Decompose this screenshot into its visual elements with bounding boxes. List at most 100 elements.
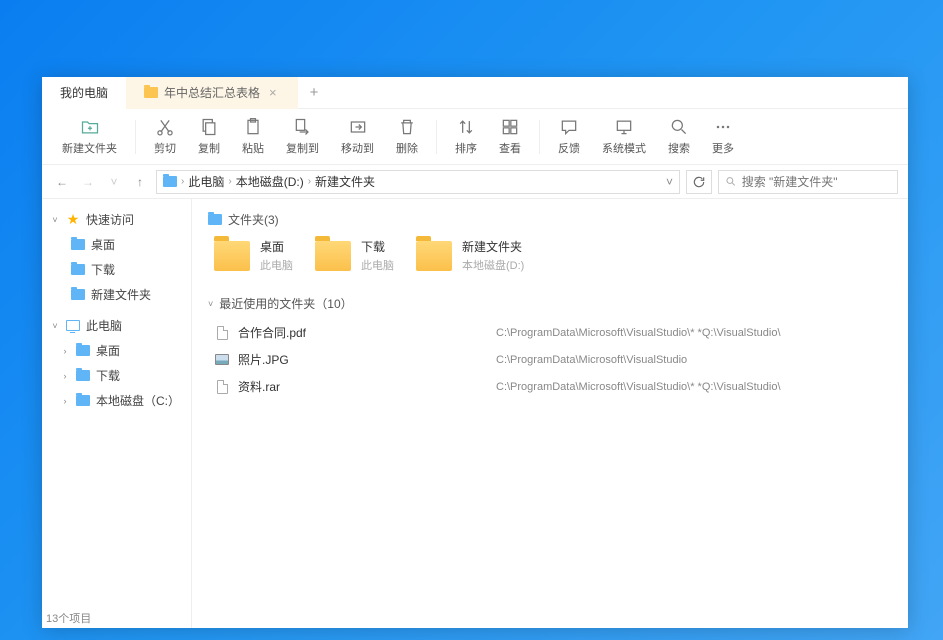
- tab-label: 我的电脑: [60, 84, 108, 101]
- add-tab-button[interactable]: +: [298, 84, 331, 101]
- folder-icon: [76, 345, 90, 356]
- star-icon: ★: [65, 212, 81, 228]
- system-mode-button[interactable]: 系统模式: [592, 113, 656, 160]
- folder-icon: [163, 176, 177, 187]
- search-button[interactable]: 搜索: [658, 113, 700, 160]
- copy-icon: [199, 117, 219, 137]
- copy-to-button[interactable]: 复制到: [276, 113, 329, 160]
- search-icon: [725, 175, 737, 188]
- address-row: ← → ˅ ↑ › 此电脑 › 本地磁盘(D:) › 新建文件夹 ˅: [42, 165, 908, 199]
- file-path: C:\ProgramData\Microsoft\VisualStudio: [496, 354, 687, 366]
- move-to-button[interactable]: 移动到: [331, 113, 384, 160]
- sidebar-item-localdisk[interactable]: › 本地磁盘（C:）: [42, 388, 191, 413]
- chevron-right-icon[interactable]: ›: [60, 396, 70, 406]
- file-row[interactable]: 合作合同.pdf C:\ProgramData\Microsoft\VisualS…: [214, 322, 892, 343]
- new-folder-icon: [80, 117, 100, 137]
- more-button[interactable]: 更多: [702, 113, 744, 160]
- chevron-down-icon[interactable]: ˅: [666, 175, 673, 189]
- delete-icon: [397, 117, 417, 137]
- sidebar-item-newfolder[interactable]: 新建文件夹: [42, 282, 191, 307]
- chevron-down-icon[interactable]: ˅: [50, 215, 60, 225]
- new-folder-button[interactable]: 新建文件夹: [52, 113, 127, 160]
- folder-sub: 此电脑: [260, 257, 293, 273]
- document-icon: [217, 326, 228, 340]
- file-list: 合作合同.pdf C:\ProgramData\Microsoft\VisualS…: [208, 322, 892, 397]
- forward-button[interactable]: →: [78, 172, 98, 192]
- folder-name: 桌面: [260, 238, 293, 255]
- chevron-down-icon[interactable]: ˅: [50, 321, 60, 331]
- image-icon: [215, 354, 229, 365]
- breadcrumb-seg[interactable]: 新建文件夹: [315, 173, 375, 190]
- folder-icon: [208, 214, 222, 225]
- folder-icon: [71, 239, 85, 250]
- pc-icon: [66, 320, 80, 331]
- view-button[interactable]: 查看: [489, 113, 531, 160]
- sidebar-item-this-pc[interactable]: ˅ 此电脑: [42, 313, 191, 338]
- folder-icon: [315, 241, 351, 271]
- chevron-right-icon[interactable]: ›: [60, 371, 70, 381]
- section-recent-header[interactable]: ˅ 最近使用的文件夹（10）: [208, 295, 892, 312]
- sidebar-item-download[interactable]: 下载: [42, 257, 191, 282]
- folder-icon: [144, 87, 158, 98]
- tab-label: 年中总结汇总表格: [164, 84, 260, 101]
- folder-sub: 本地磁盘(D:): [462, 257, 524, 273]
- cut-button[interactable]: 剪切: [144, 113, 186, 160]
- sidebar-item-quick-access[interactable]: ˅ ★ 快速访问: [42, 207, 191, 232]
- delete-button[interactable]: 删除: [386, 113, 428, 160]
- folder-icon: [71, 264, 85, 275]
- breadcrumb-seg[interactable]: 本地磁盘(D:): [236, 173, 304, 190]
- search-box[interactable]: [718, 170, 898, 194]
- copy-button[interactable]: 复制: [188, 113, 230, 160]
- sidebar-item-desktop[interactable]: 桌面: [42, 232, 191, 257]
- view-icon: [500, 117, 520, 137]
- close-icon[interactable]: ×: [266, 85, 280, 100]
- refresh-button[interactable]: [686, 170, 712, 194]
- folder-icon: [416, 241, 452, 271]
- file-path: C:\ProgramData\Microsoft\VisualStudio\* …: [496, 327, 781, 339]
- folder-icon: [214, 241, 250, 271]
- folder-tile[interactable]: 桌面此电脑: [214, 238, 293, 273]
- search-input[interactable]: [742, 175, 891, 189]
- move-to-icon: [348, 117, 368, 137]
- body: ˅ ★ 快速访问 桌面 下载 新建文件夹 ˅ 此电脑 ›: [42, 199, 908, 628]
- folder-name: 新建文件夹: [462, 238, 524, 255]
- search-icon: [669, 117, 689, 137]
- file-row[interactable]: 资料.rarC:\ProgramData\Microsoft\VisualStu…: [214, 376, 892, 397]
- recent-button[interactable]: ˅: [104, 172, 124, 192]
- folder-name: 下载: [361, 238, 394, 255]
- file-name: 照片.JPG: [238, 351, 488, 368]
- folder-icon: [76, 395, 90, 406]
- chevron-right-icon[interactable]: ›: [60, 346, 70, 356]
- folder-icon: [71, 289, 85, 300]
- address-bar[interactable]: › 此电脑 › 本地磁盘(D:) › 新建文件夹 ˅: [156, 170, 680, 194]
- folder-tiles: 桌面此电脑下载此电脑新建文件夹本地磁盘(D:): [208, 238, 892, 273]
- sort-icon: [456, 117, 476, 137]
- sidebar-item-desktop2[interactable]: › 桌面: [42, 338, 191, 363]
- up-button[interactable]: ↑: [130, 172, 150, 192]
- file-row[interactable]: 照片.JPG C:\ProgramData\Microsoft\VisualStu…: [214, 349, 892, 370]
- paste-button[interactable]: 粘贴: [232, 113, 274, 160]
- chevron-down-icon[interactable]: ˅: [208, 299, 213, 309]
- system-mode-icon: [614, 117, 634, 137]
- file-manager-window: 我的电脑 年中总结汇总表格 × + 新建文件夹 剪切 复制 粘贴 复制到: [42, 77, 908, 628]
- breadcrumb-seg[interactable]: 此电脑: [188, 173, 224, 190]
- sidebar-item-download2[interactable]: › 下载: [42, 363, 191, 388]
- folder-tile[interactable]: 新建文件夹本地磁盘(D:): [416, 238, 524, 273]
- folder-sub: 此电脑: [361, 257, 394, 273]
- refresh-icon: [692, 175, 706, 189]
- toolbar: 新建文件夹 剪切 复制 粘贴 复制到 移动到 删除 排序: [42, 109, 908, 165]
- document-icon: [217, 380, 228, 394]
- folder-tile[interactable]: 下载此电脑: [315, 238, 394, 273]
- cut-icon: [155, 117, 175, 137]
- tab-my-computer[interactable]: 我的电脑: [42, 77, 126, 109]
- file-name: 资料.rar: [238, 378, 488, 395]
- sort-button[interactable]: 排序: [445, 113, 487, 160]
- feedback-button[interactable]: 反馈: [548, 113, 590, 160]
- copy-to-icon: [293, 117, 313, 137]
- file-name: 合作合同.pdf: [238, 324, 488, 341]
- back-button[interactable]: ←: [52, 172, 72, 192]
- section-folders-header[interactable]: 文件夹(3): [208, 211, 892, 228]
- tab-bar: 我的电脑 年中总结汇总表格 × +: [42, 77, 908, 109]
- tab-summary-sheet[interactable]: 年中总结汇总表格 ×: [126, 77, 298, 109]
- sidebar: ˅ ★ 快速访问 桌面 下载 新建文件夹 ˅ 此电脑 ›: [42, 199, 192, 628]
